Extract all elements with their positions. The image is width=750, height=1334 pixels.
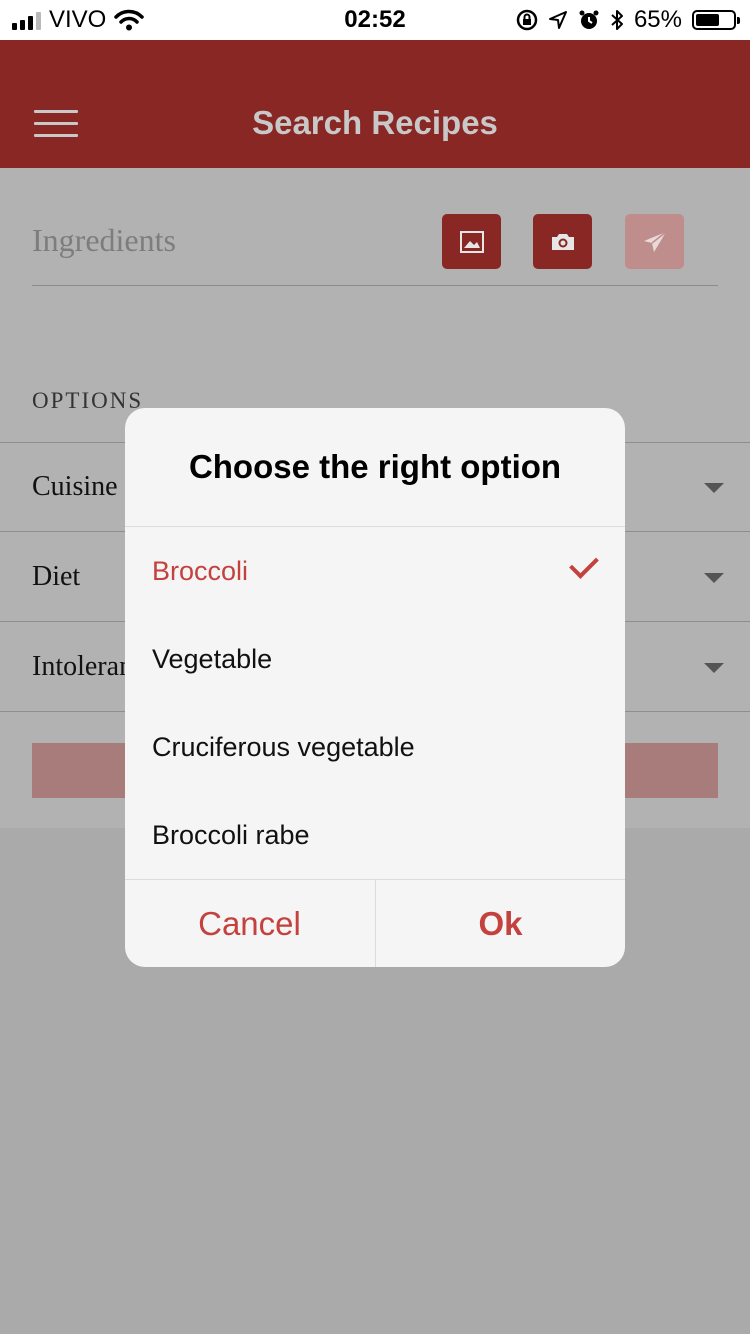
option-label: Broccoli — [152, 556, 249, 586]
send-button[interactable] — [625, 214, 684, 269]
status-right: 65% — [516, 6, 740, 34]
bluetooth-icon — [611, 10, 623, 30]
ok-button[interactable]: Ok — [376, 880, 625, 967]
option-broccoli-rabe[interactable]: Broccoli rabe — [125, 792, 625, 880]
camera-button[interactable] — [533, 214, 592, 269]
dialog-title: Choose the right option — [188, 448, 562, 485]
cuisine-dropdown[interactable]: Cuisine — [32, 471, 118, 503]
status-bar: VIVO 02:52 65% — [0, 0, 750, 40]
image-icon — [459, 230, 484, 253]
option-label: Broccoli rabe — [152, 820, 310, 850]
ingredients-input[interactable]: Ingredients — [32, 222, 176, 259]
chevron-down-icon — [704, 573, 724, 583]
option-vegetable[interactable]: Vegetable — [125, 616, 625, 704]
dialog-divider — [125, 526, 625, 527]
option-picker-dialog: Choose the right option Broccoli Vegetab… — [125, 408, 625, 967]
page-title: Search Recipes — [252, 104, 498, 141]
ingredients-underline — [32, 285, 718, 286]
chevron-down-icon — [704, 483, 724, 493]
camera-icon — [551, 233, 574, 250]
send-icon — [643, 230, 666, 252]
option-label: Cruciferous vegetable — [152, 732, 415, 762]
checkmark-icon — [569, 549, 599, 579]
gallery-button[interactable] — [442, 214, 501, 269]
diet-dropdown[interactable]: Diet — [32, 561, 80, 593]
option-label: Vegetable — [152, 644, 273, 674]
option-cruciferous-vegetable[interactable]: Cruciferous vegetable — [125, 704, 625, 792]
battery-icon — [692, 10, 740, 30]
rotation-lock-icon — [516, 9, 538, 31]
option-broccoli[interactable]: Broccoli — [125, 528, 625, 616]
chevron-down-icon — [704, 663, 724, 673]
cancel-button[interactable]: Cancel — [125, 880, 374, 967]
options-section-label: OPTIONS — [32, 388, 144, 413]
battery-percentage: 65% — [633, 6, 682, 33]
alarm-icon — [579, 10, 599, 29]
location-icon — [548, 11, 567, 29]
